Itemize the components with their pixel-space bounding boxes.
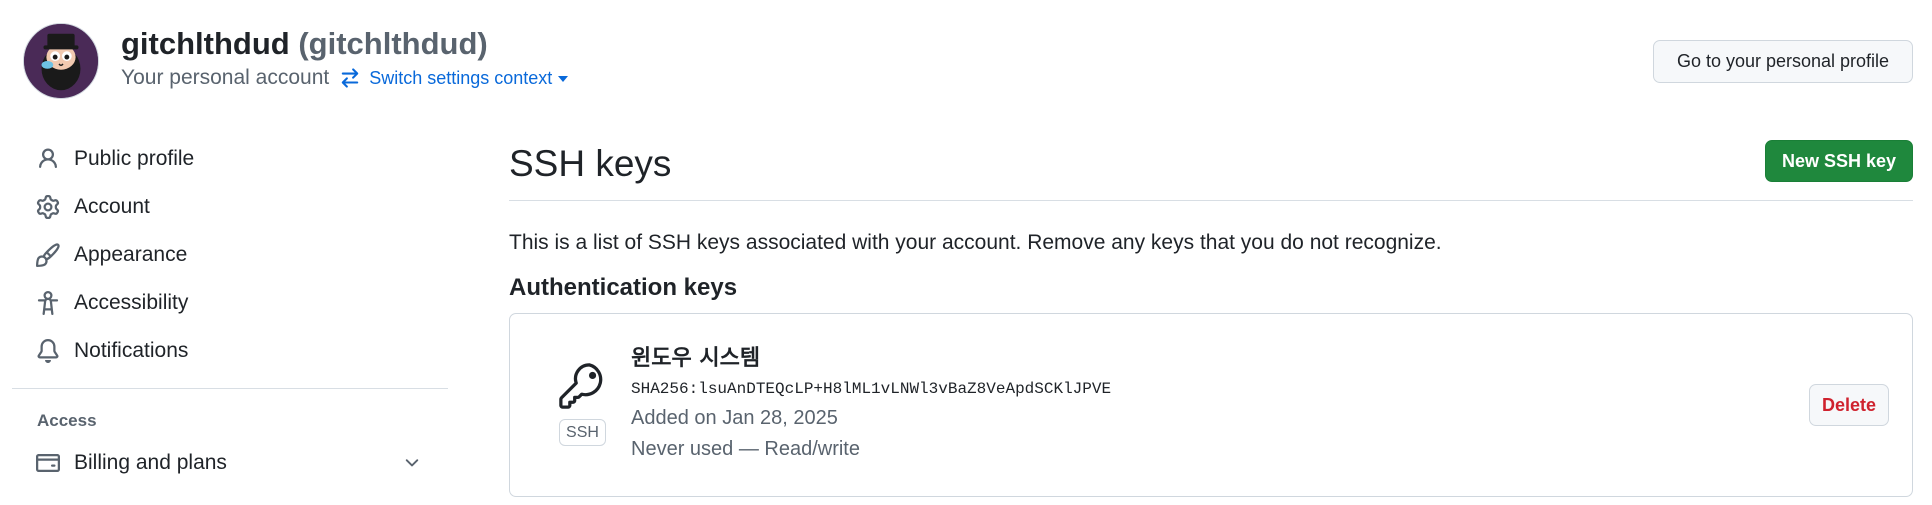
page-description: This is a list of SSH keys associated wi… [509, 231, 1442, 254]
ssh-key-fingerprint: SHA256:lsuAnDTEQcLP+H8lML1vLNWl3vBaZ8VeA… [631, 380, 1112, 398]
sidebar-item-appearance[interactable]: Appearance [12, 231, 448, 279]
new-ssh-key-button[interactable]: New SSH key [1765, 140, 1913, 182]
sidebar-item-account[interactable]: Account [12, 183, 448, 231]
sidebar-item-label: Notifications [74, 339, 189, 362]
ssh-key-usage: Never used — Read/write [631, 438, 860, 460]
sidebar-item-notifications[interactable]: Notifications [12, 327, 448, 375]
account-subline: Your personal account Switch settings co… [121, 66, 569, 90]
ssh-key-added-date: Added on Jan 28, 2025 [631, 407, 838, 429]
ssh-keys-main: SSH keys New SSH key This is a list of S… [509, 135, 1913, 497]
arrow-switch-icon [339, 67, 361, 89]
settings-header: gitchlthdud (gitchlthdud) Your personal … [0, 0, 1932, 110]
accessibility-icon [36, 291, 60, 315]
sidebar-item-billing[interactable]: Billing and plans [12, 439, 448, 487]
credit-card-icon [36, 451, 60, 475]
user-login: (gitchlthdud) [298, 26, 488, 61]
bell-icon [36, 339, 60, 363]
caret-down-icon [558, 76, 569, 82]
sidebar-item-label: Accessibility [74, 291, 189, 314]
avatar[interactable] [23, 23, 99, 99]
settings-sidebar: Public profile Account Appearance Access… [12, 135, 448, 487]
ssh-key-title: 윈도우 시스템 [631, 346, 761, 371]
gear-icon [36, 195, 60, 219]
sidebar-item-label: Public profile [74, 147, 195, 170]
sidebar-divider [12, 388, 448, 389]
authentication-keys-heading: Authentication keys [509, 274, 738, 301]
sidebar-section-access: Access [37, 411, 97, 430]
sidebar-item-label: Billing and plans [74, 451, 227, 474]
user-display-name: gitchlthdud [121, 26, 290, 61]
page-title-row: SSH keys New SSH key [509, 135, 1913, 201]
sidebar-item-label: Account [74, 195, 150, 218]
ssh-key-list-item: SSH 윈도우 시스템 SHA256:lsuAnDTEQcLP+H8lML1vL… [509, 313, 1913, 497]
go-to-profile-button[interactable]: Go to your personal profile [1653, 40, 1913, 83]
switch-settings-context-link[interactable]: Switch settings context [369, 67, 569, 89]
page-title: SSH keys [509, 143, 672, 184]
user-title: gitchlthdud (gitchlthdud) [121, 26, 488, 62]
sidebar-item-public-profile[interactable]: Public profile [12, 135, 448, 183]
paintbrush-icon [36, 243, 60, 267]
key-icon [556, 360, 608, 412]
sidebar-item-label: Appearance [74, 243, 188, 266]
chevron-down-icon[interactable] [402, 453, 422, 473]
switch-context-label: Switch settings context [369, 67, 553, 88]
delete-key-button[interactable]: Delete [1809, 384, 1889, 426]
account-type-label: Your personal account [121, 66, 330, 89]
person-icon [36, 147, 60, 171]
sidebar-item-accessibility[interactable]: Accessibility [12, 279, 448, 327]
octocat-avatar-image [24, 24, 98, 98]
ssh-type-badge: SSH [559, 419, 606, 446]
